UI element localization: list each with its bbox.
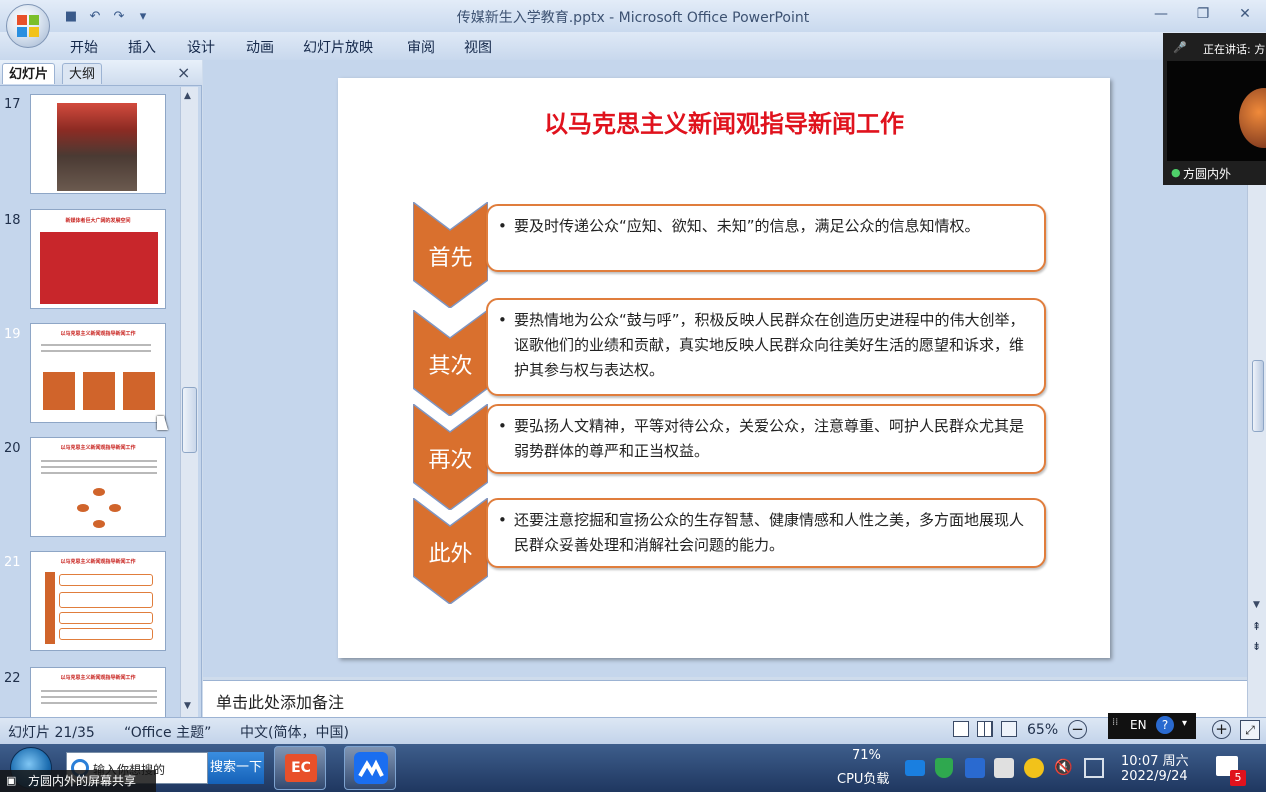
tab-slideshow[interactable]: 幻灯片放映 [303, 37, 373, 57]
scroll-down-icon[interactable]: ▼ [1253, 600, 1260, 610]
slide-thumbnail-19[interactable]: 以马克思主义新闻观指导新闻工作 [30, 323, 166, 423]
slide-number: 17 [4, 97, 21, 112]
bullet-box[interactable]: 还要注意挖掘和宣扬公众的生存智慧、健康情感和人性之美，多方面地展现人民群众妥善处… [486, 498, 1046, 568]
chevron-shape[interactable]: 其次 [413, 310, 488, 416]
slide-thumbnail-18[interactable]: 新媒体者巨大广阔的发展空间 [30, 209, 166, 309]
search-button[interactable]: 搜索一下 [208, 752, 264, 784]
participant-name: 方圆内外 [1183, 167, 1232, 181]
chevron-shape[interactable]: 首先 [413, 202, 488, 308]
slide-number: 22 [4, 671, 21, 686]
restore-button[interactable]: ❐ [1190, 4, 1216, 24]
notes-pane[interactable]: 单击此处添加备注 [203, 680, 1247, 717]
tool-tray-icon[interactable] [965, 758, 985, 778]
tab-design[interactable]: 设计 [187, 37, 215, 57]
ime-language-bar[interactable]: ⁞⁞ EN ? ▾ [1108, 713, 1196, 739]
next-slide-icon[interactable]: ⇟ [1252, 640, 1261, 653]
security-shield-icon[interactable] [935, 758, 953, 778]
sorter-view-icon[interactable] [977, 721, 993, 737]
thumbnail-title: 新媒体者巨大广阔的发展空间 [65, 218, 131, 224]
help-icon[interactable]: ? [1156, 716, 1174, 734]
chevron-label: 其次 [428, 354, 473, 379]
fit-window-icon[interactable]: ⤢ [1240, 720, 1260, 740]
chevron-label: 此外 [428, 542, 473, 567]
screen-share-icon: ▣ [6, 774, 17, 787]
thumbnail-title: 以马克思主义新闻观指导新闻工作 [60, 675, 136, 681]
taskbar-meeting-app[interactable] [344, 746, 396, 790]
slide-thumbnail-20[interactable]: 以马克思主义新闻观指导新闻工作 [30, 437, 166, 537]
notes-placeholder: 单击此处添加备注 [216, 693, 345, 712]
chevron-shape[interactable]: 再次 [413, 404, 488, 510]
chevron-label: 首先 [428, 246, 473, 271]
close-panel-icon[interactable]: × [177, 63, 190, 82]
slide-number: 20 [4, 441, 21, 456]
clock-date[interactable]: 2022/9/24 [1121, 769, 1188, 784]
office-button[interactable] [6, 4, 50, 48]
taskbar-powerpoint[interactable]: EC [274, 746, 326, 790]
slideshow-view-icon[interactable] [1001, 721, 1017, 737]
ime-options-icon[interactable]: ▾ [1182, 718, 1187, 729]
meeting-app-icon [354, 752, 388, 784]
ime-language: EN [1130, 718, 1147, 732]
cpu-value: 71% [852, 748, 881, 763]
clock-time[interactable]: 10:07 周六 [1121, 750, 1189, 769]
cpu-label: CPU负载 [837, 772, 890, 787]
tab-insert[interactable]: 插入 [128, 37, 156, 57]
bullet-box[interactable]: 要及时传递公众“应知、欲知、未知”的信息，满足公众的信息知情权。 [486, 204, 1046, 272]
mic-on-icon: ● [1171, 166, 1181, 179]
mute-speaker-icon[interactable]: 🔇 [1054, 758, 1074, 778]
device-tray-icon[interactable] [994, 758, 1014, 778]
display-tray-icon[interactable] [1084, 758, 1104, 778]
thumbnail-scrollbar[interactable]: ▲ ▼ [180, 87, 198, 717]
slide-position: 幻灯片 21/35 [8, 725, 95, 741]
notification-badge: 5 [1230, 770, 1246, 786]
slide-thumbnail-22[interactable]: 以马克思主义新闻观指导新闻工作 [30, 667, 166, 717]
window-title: 传媒新生入学教育.pptx - Microsoft Office PowerPo… [456, 10, 810, 26]
speaking-indicator: 正在讲话: 方 [1203, 43, 1266, 56]
language-status[interactable]: 中文(简体，中国) [240, 722, 349, 742]
slide-thumbnail-21-selected[interactable]: 以马克思主义新闻观指导新闻工作 [30, 551, 166, 651]
office-logo-icon [17, 15, 39, 37]
previous-slide-icon[interactable]: ⇞ [1252, 620, 1261, 633]
tab-slides[interactable]: 幻灯片 [2, 63, 56, 84]
tab-view[interactable]: 视图 [464, 37, 492, 57]
thumbnail-title: 以马克思主义新闻观指导新闻工作 [60, 559, 136, 565]
slide-title[interactable]: 以马克思主义新闻观指导新闻工作 [338, 104, 1110, 139]
powerpoint-window: ■ ↶ ↷ ▾ 传媒新生入学教育.pptx - Microsoft Office… [0, 0, 1266, 792]
theme-name: “Office 主题” [124, 725, 212, 741]
meeting-video-panel[interactable]: 🎤 正在讲话: 方 ● 方圆内外 [1163, 33, 1266, 185]
minimize-button[interactable]: — [1148, 4, 1174, 24]
normal-view-icon[interactable] [953, 721, 969, 737]
tab-outline[interactable]: 大纲 [62, 63, 103, 84]
slide-thumbnail-17[interactable] [30, 94, 166, 194]
thumbnail-title: 以马克思主义新闻观指导新闻工作 [60, 331, 136, 337]
microphone-icon: 🎤 [1173, 41, 1187, 54]
meeting-tray-icon[interactable] [905, 760, 925, 776]
chevron-label: 再次 [428, 448, 473, 473]
bullet-box[interactable]: 要弘扬人文精神，平等对待公众，关爱公众，注意尊重、呵护人民群众尤其是弱势群体的尊… [486, 404, 1046, 474]
screen-share-indicator: ▣ 方圆内外的屏幕共享 [0, 770, 156, 792]
powerpoint-icon: EC [285, 754, 317, 782]
network-tray-icon[interactable] [1024, 758, 1044, 778]
zoom-level[interactable]: 65% [1027, 722, 1058, 738]
close-button[interactable]: ✕ [1232, 4, 1258, 24]
slide-number: 19 [4, 327, 21, 342]
tab-home[interactable]: 开始 [70, 37, 98, 57]
screen-share-label: 方圆内外的屏幕共享 [28, 774, 137, 788]
zoom-in-icon[interactable]: + [1212, 720, 1231, 739]
slide-number: 18 [4, 213, 21, 228]
zoom-out-icon[interactable]: − [1068, 720, 1087, 739]
slide-canvas[interactable]: 以马克思主义新闻观指导新闻工作 首先 要及时传递公众“应知、欲知、未知”的信息，… [338, 78, 1110, 658]
thumbnail-list: 17 18 新媒体者巨大广阔的发展空间 19 以马克思主义新闻观指导新闻工作 2… [0, 87, 180, 717]
mouse-cursor-icon [157, 416, 168, 430]
ime-grip-icon: ⁞⁞ [1112, 717, 1119, 728]
slide-number: 21 [4, 555, 21, 570]
tab-review[interactable]: 审阅 [407, 37, 435, 57]
chevron-shape[interactable]: 此外 [413, 498, 488, 604]
thumbnail-title: 以马克思主义新闻观指导新闻工作 [60, 445, 136, 451]
tab-animations[interactable]: 动画 [246, 37, 274, 57]
bullet-box[interactable]: 要热情地为公众“鼓与呼”，积极反映人民群众在创造历史进程中的伟大创举，讴歌他们的… [486, 298, 1046, 396]
